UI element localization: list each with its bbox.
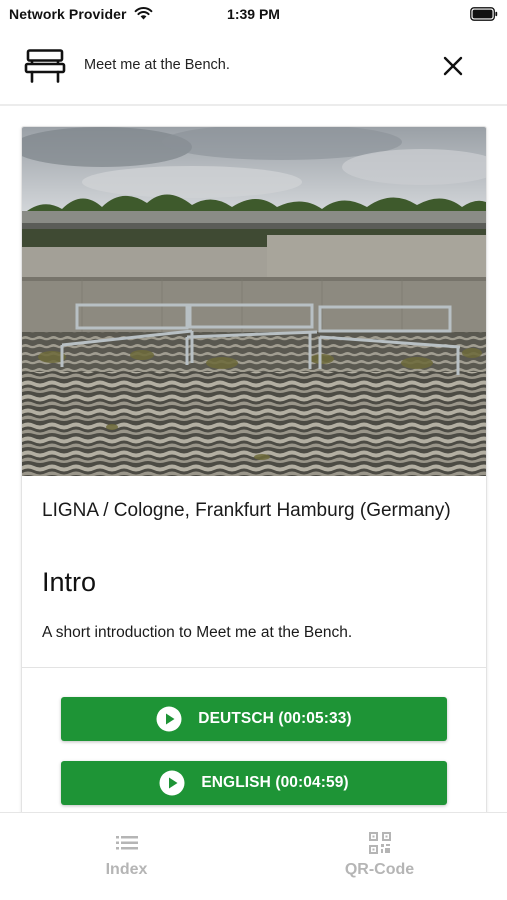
bench-photo-image <box>22 127 486 476</box>
divider <box>22 667 486 668</box>
play-english-button[interactable]: ENGLISH (00:04:59) <box>61 761 447 805</box>
list-icon <box>115 836 138 850</box>
header-title: Meet me at the Bench. <box>84 57 230 73</box>
close-icon[interactable] <box>440 53 466 79</box>
play-deutsch-label: DEUTSCH (00:05:33) <box>198 710 352 727</box>
play-deutsch-button[interactable]: DEUTSCH (00:05:33) <box>61 697 447 741</box>
content-card: LIGNA / Cologne, Frankfurt Hamburg (Germ… <box>21 126 487 812</box>
tab-index[interactable]: Index <box>0 813 253 900</box>
app-header: Meet me at the Bench. <box>0 30 507 106</box>
battery-icon <box>470 7 498 21</box>
tab-qr-code-label: QR-Code <box>344 861 415 878</box>
item-description: A short introduction to Meet me at the B… <box>42 624 353 641</box>
tab-qr-code[interactable]: QR-Code <box>253 813 506 900</box>
project-name: LIGNA / Cologne, Frankfurt Hamburg (Germ… <box>42 500 451 521</box>
item-title: Intro <box>42 567 97 597</box>
content-scroll-area[interactable]: LIGNA / Cologne, Frankfurt Hamburg (Germ… <box>0 107 507 812</box>
bench-icon <box>24 49 66 83</box>
status-time: 1:39 PM <box>227 6 280 22</box>
play-icon <box>156 706 182 732</box>
tab-bar: Index QR-Code <box>0 812 507 900</box>
play-english-label: ENGLISH (00:04:59) <box>201 774 349 791</box>
tab-index-label: Index <box>105 861 148 878</box>
qr-code-icon <box>368 832 391 854</box>
play-icon <box>159 770 185 796</box>
bench-photo <box>22 127 486 476</box>
status-bar: Network Provider 1:39 PM <box>0 0 507 30</box>
